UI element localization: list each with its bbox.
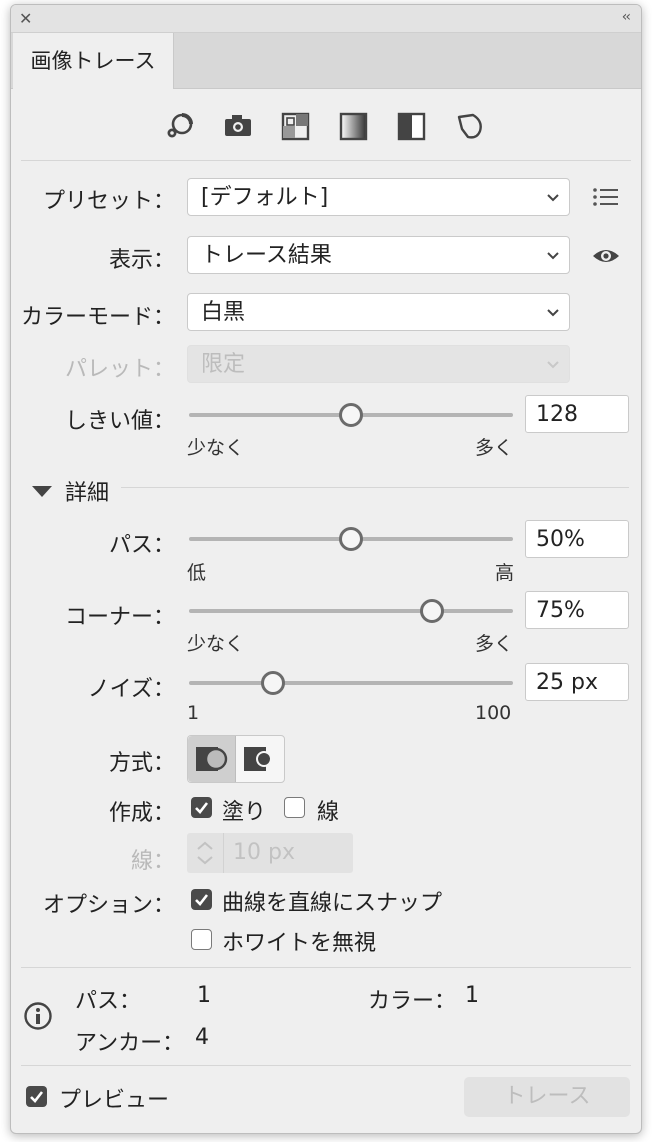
field-divider [223,833,224,873]
close-icon[interactable]: ✕ [19,9,32,28]
black-white-icon[interactable] [395,109,429,143]
preset-value: [デフォルト] [201,185,329,210]
corners-label: コーナー： [64,605,175,630]
stroke-width-field: 10 px [187,833,353,873]
info-anchors-label: アンカー： [75,1031,185,1056]
snap-curves-checkbox[interactable] [191,889,212,910]
strokes-label[interactable]: 線 [317,794,339,826]
slider-thumb[interactable] [261,671,286,695]
noise-label: ノイズ： [87,677,175,702]
snap-curves-label[interactable]: 曲線を直線にスナップ [222,885,442,917]
noise-min-label: 1 [187,702,200,724]
color-mode-label: カラーモード： [20,305,175,330]
threshold-min-label: 少なく [187,437,245,459]
view-dropdown[interactable]: トレース結果 [187,236,570,274]
slider-track [189,681,513,685]
paths-slider[interactable] [189,527,513,551]
palette-label: パレット： [64,357,175,382]
chevron-down-icon [547,361,559,369]
stepper-icon [197,841,213,865]
eye-icon[interactable] [591,246,621,266]
corners-field[interactable]: 75% [525,591,629,629]
paths-label: パス： [108,533,175,558]
palette-dropdown: 限定 [187,345,570,383]
overlapping-icon [244,747,272,771]
threshold-slider[interactable] [189,403,513,427]
color-mode-value: 白黒 [201,300,246,325]
slider-thumb[interactable] [339,527,363,551]
fills-label[interactable]: 塗り [222,794,266,826]
info-paths-label: パス： [75,989,142,1014]
info-anchors-value: 4 [195,1025,209,1050]
info-colors-label: カラー： [368,989,457,1014]
noise-field[interactable]: 25 px [525,663,629,701]
advanced-label[interactable]: 詳細 [65,475,109,507]
tab-image-trace[interactable]: 画像トレース [13,33,174,89]
view-label: 表示： [108,248,175,273]
preset-menu-icon[interactable] [592,185,620,209]
view-value: トレース結果 [201,243,332,268]
checkmark-icon [30,1091,44,1103]
image-trace-panel: ✕ ‹‹ 画像トレース プリセット： [デフォルト] 表示： トレース結果 カラ… [10,4,642,1134]
divider [121,487,629,488]
grayscale-icon[interactable] [337,109,371,143]
info-colors-value: 1 [465,983,479,1008]
tab-bar: 画像トレース [11,33,641,89]
stroke-width-value: 10 px [233,840,295,865]
method-selector [187,735,285,783]
auto-color-icon[interactable] [163,109,197,143]
ignore-white-label[interactable]: ホワイトを無視 [222,925,376,957]
palette-value: 限定 [201,352,246,377]
create-label: 作成： [108,801,175,826]
disclosure-triangle-icon[interactable] [31,485,53,499]
ignore-white-checkbox[interactable] [191,929,212,950]
method-label: 方式： [108,751,175,776]
collapse-icon[interactable]: ‹‹ [622,9,631,25]
noise-max-label: 100 [475,702,512,724]
corners-min-label: 少なく [187,633,245,655]
low-color-icon[interactable] [279,109,313,143]
panel-title-bar: ✕ ‹‹ [11,5,641,33]
paths-max-label: 高 [495,562,515,584]
preview-checkbox[interactable] [26,1086,47,1107]
chevron-down-icon [547,309,559,317]
checkmark-icon [195,894,209,906]
corners-max-label: 多く [475,633,514,655]
checkmark-icon [195,802,209,814]
corners-slider[interactable] [189,599,513,623]
noise-slider[interactable] [189,671,513,695]
overlapping-method-button[interactable] [236,736,284,782]
stroke-width-label: 線： [130,849,175,874]
preset-label: プリセット： [42,189,175,214]
info-paths-value: 1 [197,983,211,1008]
divider [21,967,631,968]
chevron-down-icon [547,194,559,202]
threshold-max-label: 多く [475,437,514,459]
divider [21,1065,631,1066]
paths-field[interactable]: 50% [525,520,629,558]
trace-button[interactable]: トレース [464,1077,630,1117]
slider-track [189,609,513,613]
slider-thumb[interactable] [339,403,363,427]
threshold-label: しきい値： [64,409,175,434]
paths-min-label: 低 [187,562,207,584]
strokes-checkbox[interactable] [284,797,305,818]
chevron-down-icon [547,252,559,260]
abutting-method-button[interactable] [188,736,236,782]
fills-checkbox[interactable] [191,797,212,818]
options-label: オプション： [42,893,175,918]
outline-icon[interactable] [453,109,487,143]
threshold-field[interactable]: 128 [525,395,629,433]
high-color-icon[interactable] [221,109,255,143]
abutting-icon [196,747,228,771]
color-mode-dropdown[interactable]: 白黒 [187,293,570,331]
divider [21,160,631,161]
preset-dropdown[interactable]: [デフォルト] [187,178,570,216]
slider-thumb[interactable] [420,599,444,623]
preview-label[interactable]: プレビュー [59,1082,169,1114]
info-icon [24,1002,52,1030]
